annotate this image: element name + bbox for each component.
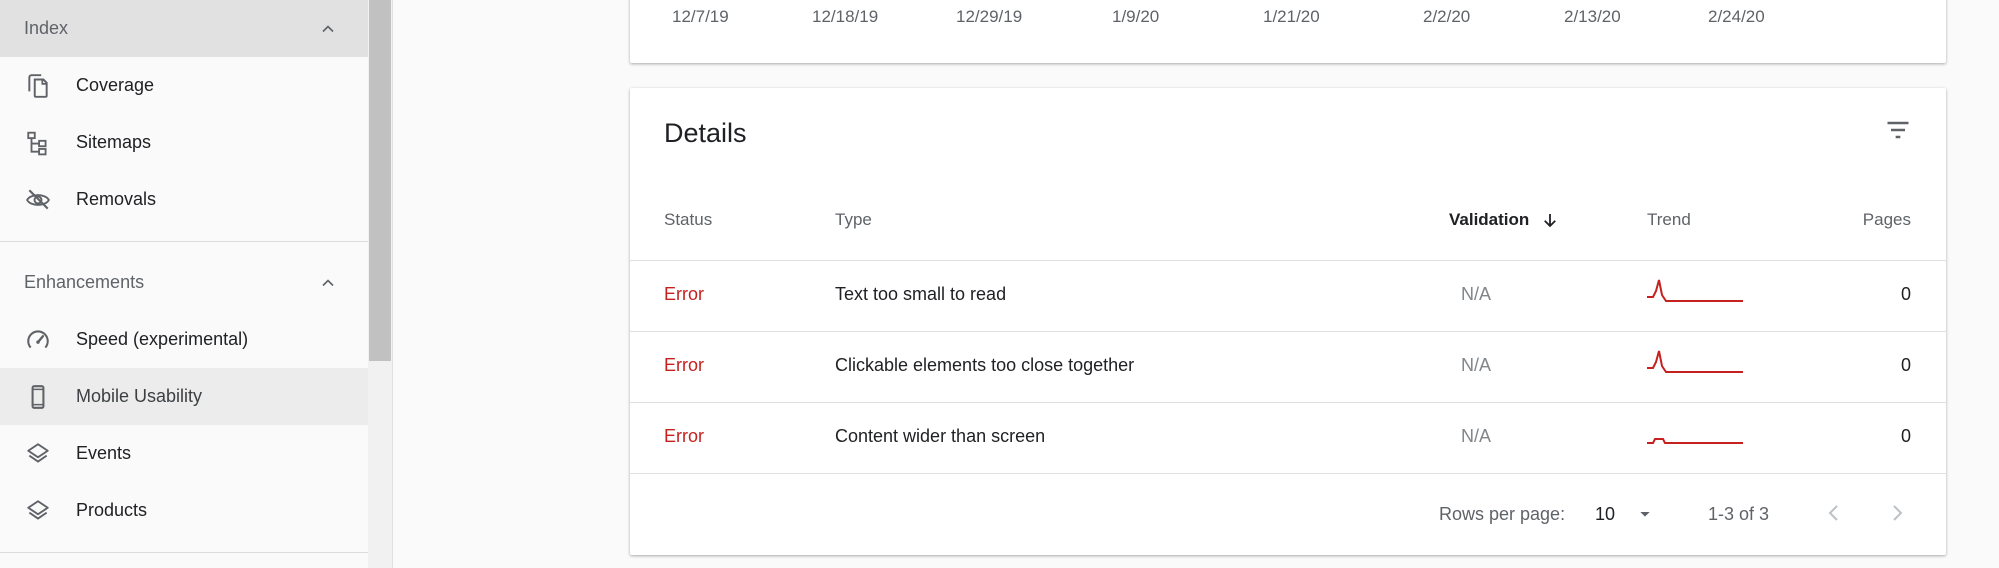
details-title: Details	[664, 118, 747, 148]
sidebar-item-label: Events	[76, 443, 132, 463]
validation-cell: N/A	[1461, 426, 1492, 446]
sidebar-item-events[interactable]: Events	[0, 425, 368, 482]
column-header-status[interactable]: Status	[664, 210, 712, 230]
sidebar-item-products[interactable]: Products	[0, 482, 368, 539]
sidebar-divider	[0, 552, 368, 553]
row-divider	[630, 260, 1946, 261]
sidebar-item-sitemaps[interactable]: Sitemaps	[0, 114, 368, 171]
sidebar-item-label: Removals	[76, 189, 157, 209]
sidebar-divider	[0, 241, 368, 242]
validation-cell: N/A	[1461, 284, 1492, 304]
chevron-left-icon	[1828, 505, 1838, 521]
x-axis-tick: 1/21/20	[1263, 7, 1320, 26]
layers-icon	[24, 497, 52, 525]
next-page-button[interactable]	[1880, 496, 1914, 530]
pages-cell: 0	[1900, 355, 1911, 375]
details-card: Details Status Type Validation Trend Pag…	[630, 88, 1946, 555]
status-cell: Error	[664, 284, 704, 304]
section-header-index[interactable]: Index	[0, 0, 368, 57]
x-axis-tick: 2/24/20	[1708, 7, 1765, 26]
chevron-up-icon	[322, 24, 334, 32]
chevron-up-icon	[322, 278, 334, 286]
rows-per-page-value: 10	[1595, 503, 1616, 524]
filter-list-icon	[1887, 121, 1909, 139]
section-label-index: Index	[24, 18, 69, 38]
sidebar-item-label: Products	[76, 500, 148, 520]
validation-cell: N/A	[1461, 355, 1492, 375]
status-cell: Error	[664, 426, 704, 446]
arrow-down-icon	[1544, 214, 1557, 228]
row-divider	[630, 331, 1946, 332]
row-divider	[630, 473, 1946, 474]
sidebar-edge	[392, 0, 393, 568]
sidebar-item-label: Sitemaps	[76, 132, 152, 152]
sidebar-item-removals[interactable]: Removals	[0, 171, 368, 228]
sidebar-item-label: Speed (experimental)	[76, 329, 249, 349]
rows-per-page-select[interactable]: 10	[1595, 500, 1653, 528]
sidebar-item-mobile-usability[interactable]: Mobile Usability	[0, 368, 368, 425]
rows-per-page-label: Rows per page:	[1439, 504, 1566, 524]
trend-sparkline	[1647, 350, 1743, 373]
type-cell: Text too small to read	[835, 284, 1007, 304]
smartphone-icon	[24, 383, 52, 411]
x-axis-tick: 1/9/20	[1112, 7, 1160, 26]
type-cell: Clickable elements too close together	[835, 355, 1135, 375]
sitemap-tree-icon	[24, 129, 52, 157]
row-divider	[630, 402, 1946, 403]
previous-page-button[interactable]	[1817, 496, 1851, 530]
sidebar-item-coverage[interactable]: Coverage	[0, 57, 368, 114]
sidebar-item-label: Mobile Usability	[76, 386, 203, 406]
speedometer-icon	[24, 326, 52, 354]
column-header-trend[interactable]: Trend	[1647, 210, 1691, 230]
x-axis-tick: 12/29/19	[956, 7, 1023, 26]
pages-cell: 0	[1900, 284, 1911, 304]
pagination-range: 1-3 of 3	[1708, 504, 1770, 524]
trend-sparkline	[1647, 279, 1743, 302]
status-cell: Error	[664, 355, 704, 375]
filter-button[interactable]	[1880, 112, 1916, 148]
section-label-enhancements: Enhancements	[24, 272, 145, 292]
x-axis-tick: 12/18/19	[812, 7, 879, 26]
chart-card: 12/7/19 12/18/19 12/29/19 1/9/20 1/21/20…	[630, 0, 1946, 63]
column-header-validation[interactable]: Validation	[1449, 210, 1559, 230]
sidebar-item-speed[interactable]: Speed (experimental)	[0, 311, 368, 368]
x-axis-tick: 12/7/19	[672, 7, 729, 26]
column-header-label: Validation	[1449, 210, 1530, 229]
layers-icon	[24, 440, 52, 468]
chevron-right-icon	[1893, 505, 1903, 521]
pages-cell: 0	[1900, 426, 1911, 446]
type-cell: Content wider than screen	[835, 426, 1046, 446]
copy-pages-icon	[24, 72, 52, 100]
dropdown-arrow-icon	[1640, 512, 1650, 517]
trend-sparkline	[1647, 438, 1743, 444]
column-header-type[interactable]: Type	[835, 210, 872, 230]
section-header-enhancements[interactable]: Enhancements	[0, 254, 368, 311]
sidebar-scrollbar-thumb[interactable]	[369, 0, 391, 361]
sidebar-item-label: Coverage	[76, 75, 155, 95]
eye-off-icon	[24, 186, 52, 214]
sidebar: Index Coverage Sitemaps Removals Enhance…	[0, 0, 368, 568]
x-axis-tick: 2/13/20	[1564, 7, 1621, 26]
x-axis-tick: 2/2/20	[1423, 7, 1471, 26]
column-header-pages[interactable]: Pages	[1863, 210, 1911, 230]
